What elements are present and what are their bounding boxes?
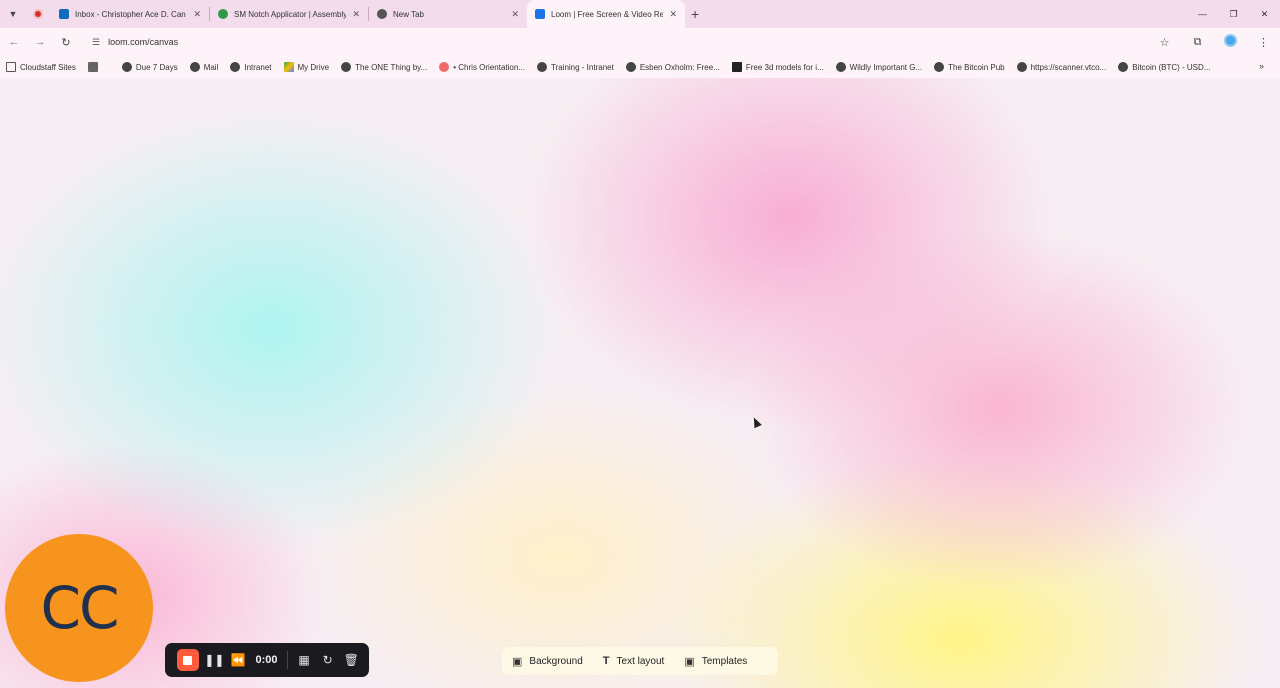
bookmark-intranet[interactable]: Intranet xyxy=(224,62,277,72)
loom-canvas[interactable] xyxy=(0,78,1280,688)
pause-button[interactable]: ❚❚ xyxy=(203,653,227,667)
stop-recording-button[interactable] xyxy=(177,649,199,671)
tab-loom[interactable]: Loom | Free Screen & Video Re ✕ xyxy=(527,0,685,28)
globe-icon xyxy=(341,62,352,72)
close-icon[interactable]: ✕ xyxy=(511,9,519,20)
globe-icon xyxy=(189,62,200,72)
close-icon[interactable]: ✕ xyxy=(193,9,201,20)
minimize-icon[interactable]: — xyxy=(1187,0,1218,28)
avatar-initials: CC xyxy=(40,574,120,642)
recording-timer: 0:00 xyxy=(255,654,278,666)
sketchfab-icon xyxy=(731,62,742,72)
globe-icon xyxy=(625,62,636,72)
bookmark-star-icon[interactable]: ☆ xyxy=(1148,36,1181,49)
globe-icon xyxy=(536,62,547,72)
outlook-icon xyxy=(59,9,69,19)
bookmark-mail[interactable]: Mail xyxy=(184,62,225,72)
templates-button[interactable]: ▣ Templates xyxy=(674,655,757,668)
globe-icon xyxy=(934,62,945,72)
camera-bubble-avatar[interactable]: CC xyxy=(5,534,153,682)
stop-icon xyxy=(183,655,193,665)
bookmark-cloudstaff-sites[interactable]: Cloudstaff Sites xyxy=(0,62,82,72)
restore-icon[interactable]: ❐ xyxy=(1218,0,1249,28)
apps-grid-icon xyxy=(87,62,98,72)
chrome-icon xyxy=(377,9,387,19)
extensions-puzzle-icon[interactable]: ⧉ xyxy=(1181,36,1214,49)
profile-avatar[interactable] xyxy=(1214,34,1247,50)
folder-icon xyxy=(6,62,16,72)
bookmark-chris-orientation[interactable]: • Chris Orientation... xyxy=(433,62,531,72)
delete-trash-button[interactable]: 🗑 xyxy=(339,653,363,667)
tab-inbox[interactable]: Inbox - Christopher Ace D. Can ✕ xyxy=(51,0,209,28)
rewind-button[interactable]: ⏪ xyxy=(226,653,250,667)
drive-icon xyxy=(283,62,294,72)
drawing-tools-button[interactable]: ▦ xyxy=(292,653,316,667)
globe-icon xyxy=(121,62,132,72)
url-text: loom.com/canvas xyxy=(108,37,179,47)
tab-new-tab[interactable]: New Tab ✕ xyxy=(369,0,527,28)
globe-icon xyxy=(1016,62,1027,72)
tab-search-chevron-icon[interactable]: ▼ xyxy=(0,0,26,28)
loom-icon xyxy=(535,9,545,19)
window-controls: — ❐ ✕ xyxy=(1187,0,1280,28)
restart-button[interactable]: ↻ xyxy=(316,653,340,667)
site-settings-icon[interactable]: ☰ xyxy=(92,37,100,48)
globe-icon xyxy=(230,62,241,72)
bookmark-training-intranet[interactable]: Training - Intranet xyxy=(531,62,620,72)
text-icon: T xyxy=(602,655,610,667)
tab-title: New Tab xyxy=(393,9,424,19)
monitor-icon: ▣ xyxy=(684,655,695,668)
bookmark-bitcoin-pub[interactable]: The Bitcoin Pub xyxy=(928,62,1010,72)
globe-icon xyxy=(835,62,846,72)
background-button[interactable]: ▣ Background xyxy=(502,655,593,668)
close-icon[interactable]: ✕ xyxy=(352,9,360,20)
tab-title: Loom | Free Screen & Video Re xyxy=(551,9,664,19)
reload-icon[interactable]: ↻ xyxy=(54,30,78,54)
window-close-icon[interactable]: ✕ xyxy=(1249,0,1280,28)
back-arrow-icon[interactable]: ← xyxy=(2,30,26,54)
recording-indicator-icon xyxy=(33,9,43,19)
tab-title: Inbox - Christopher Ace D. Can xyxy=(75,9,186,19)
new-tab-plus-icon[interactable]: + xyxy=(691,6,699,22)
asana-icon xyxy=(439,62,450,72)
bookmarks-overflow-chevron-icon[interactable]: » xyxy=(1259,61,1264,71)
kebab-menu-icon[interactable]: ⋮ xyxy=(1247,36,1280,49)
bookmark-free-3d-models[interactable]: Free 3d models for i... xyxy=(726,62,830,72)
bookmark-scanner[interactable]: https://scanner.vtco... xyxy=(1011,62,1113,72)
browser-toolbar: ← → ↻ ☰ loom.com/canvas ☆ ⧉ ⋮ xyxy=(0,28,1280,56)
tab-sm-notch[interactable]: SM Notch Applicator | Assembly ✕ xyxy=(210,0,368,28)
close-icon[interactable]: ✕ xyxy=(669,9,677,20)
bookmark-due-7-days[interactable]: Due 7 Days xyxy=(116,62,184,72)
recording-controls: ❚❚ ⏪ 0:00 ▦ ↻ 🗑 xyxy=(165,643,369,677)
forward-arrow-icon[interactable]: → xyxy=(28,30,52,54)
globe-icon xyxy=(1118,62,1129,72)
bookmark-wildly-important[interactable]: Wildly Important G... xyxy=(830,62,928,72)
tab-title: SM Notch Applicator | Assembly xyxy=(234,9,347,19)
tab-strip: ▼ Inbox - Christopher Ace D. Can ✕ SM No… xyxy=(0,0,1280,28)
gear-icon xyxy=(218,9,228,19)
address-bar[interactable]: ☰ loom.com/canvas xyxy=(82,31,1182,53)
mouse-cursor-icon xyxy=(750,415,762,429)
bookmark-my-drive[interactable]: My Drive xyxy=(278,62,336,72)
bookmark-apps[interactable] xyxy=(82,62,108,72)
text-layout-button[interactable]: T Text layout xyxy=(593,655,675,667)
bookmark-esben-oxholm[interactable]: Esben Oxholm: Free... xyxy=(620,62,726,72)
image-icon: ▣ xyxy=(512,655,523,668)
bookmark-bitcoin-usd[interactable]: Bitcoin (BTC) - USD... xyxy=(1112,62,1216,72)
bookmark-one-thing[interactable]: The ONE Thing by... xyxy=(335,62,433,72)
canvas-tools: ▣ Background T Text layout ▣ Templates xyxy=(502,647,778,675)
bookmarks-bar: Cloudstaff Sites Due 7 Days Mail Intrane… xyxy=(0,56,1280,78)
